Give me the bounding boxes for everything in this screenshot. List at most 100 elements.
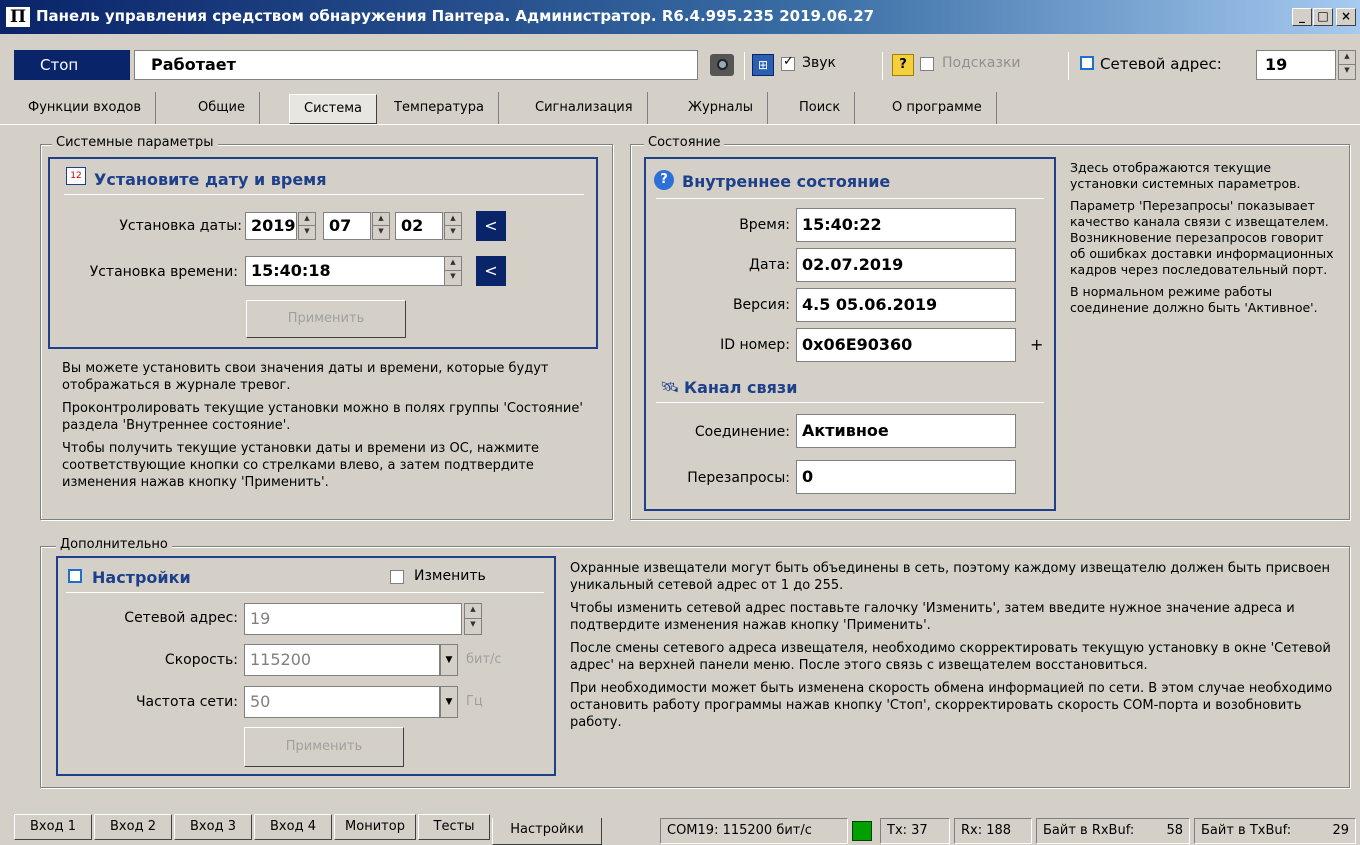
state-date-label: Дата: — [749, 257, 790, 273]
system-params-help: Вы можете установить свои значения даты … — [62, 360, 602, 497]
freq-dropdown-icon[interactable]: ▼ — [440, 686, 458, 718]
net-address-label: Сетевой адрес: — [1100, 55, 1222, 73]
spin-down-icon[interactable]: ▼ — [445, 271, 461, 285]
id-expand-button[interactable]: + — [1030, 335, 1043, 354]
close-icon[interactable]: × — [1336, 8, 1356, 26]
maximize-icon[interactable]: □ — [1313, 8, 1333, 26]
settings-title: Настройки — [92, 568, 191, 587]
camera-icon[interactable] — [710, 54, 734, 76]
sound-check[interactable] — [781, 54, 795, 71]
help-text: При необходимости может быть изменена ск… — [570, 681, 1333, 730]
calendar-icon: 12 — [66, 167, 86, 185]
help-text: Охранные извещатели могут быть объединен… — [570, 561, 1331, 593]
divider — [656, 402, 1044, 403]
tab-strip-line — [0, 124, 1360, 125]
get-date-from-os-button[interactable]: < — [476, 211, 506, 241]
stop-button[interactable]: Стоп — [14, 50, 130, 80]
tab-monitor[interactable]: Монитор — [334, 814, 416, 840]
minimize-icon[interactable]: _ — [1292, 8, 1312, 26]
help-text: Здесь отображаются текущие установки сис… — [1070, 160, 1301, 191]
spin-down-icon[interactable]: ▼ — [373, 226, 389, 239]
spin-down-icon[interactable]: ▼ — [1339, 65, 1355, 79]
app-icon: П — [6, 7, 30, 27]
state-time-label: Время: — [739, 217, 790, 233]
spin-up-icon[interactable]: ▲ — [1339, 51, 1355, 65]
spin-up-icon[interactable]: ▲ — [445, 213, 461, 226]
date-month-input[interactable]: 07 — [323, 212, 371, 240]
connection-label: Соединение: — [694, 424, 790, 440]
time-input[interactable]: 15:40:18 — [245, 256, 445, 286]
hints-check[interactable] — [920, 56, 934, 71]
change-checkbox[interactable] — [390, 569, 404, 584]
date-day-input[interactable]: 02 — [395, 212, 443, 240]
tab-tests[interactable]: Тесты — [418, 814, 490, 840]
sound-checkbox[interactable] — [781, 54, 795, 71]
toolbar-separator — [1068, 52, 1069, 80]
txbuf-value: 29 — [1332, 823, 1349, 838]
state-version-label: Версия: — [732, 297, 790, 313]
toolbar-separator — [744, 52, 745, 80]
tab-about[interactable]: О программе — [878, 92, 997, 124]
spin-down-icon[interactable]: ▼ — [299, 226, 315, 239]
spin-down-icon[interactable]: ▼ — [465, 619, 481, 634]
channel-title: Канал связи — [684, 378, 798, 397]
tab-input-1[interactable]: Вход 1 — [14, 814, 92, 840]
connection-indicator-icon — [852, 821, 872, 841]
status-rx: Rx: 188 — [954, 818, 1032, 844]
freq-select[interactable]: 50 — [244, 686, 440, 718]
tab-general[interactable]: Общие — [184, 92, 260, 124]
window-title: Панель управления средством обнаружения … — [36, 7, 875, 25]
speed-select[interactable]: 115200 — [244, 644, 440, 676]
spin-down-icon[interactable]: ▼ — [445, 226, 461, 239]
tab-temperature[interactable]: Температура — [380, 92, 499, 124]
speed-dropdown-icon[interactable]: ▼ — [440, 644, 458, 676]
spin-up-icon[interactable]: ▲ — [373, 213, 389, 226]
sound-label: Звук — [802, 55, 836, 71]
status-tx: Tx: 37 — [880, 818, 950, 844]
tab-input-2[interactable]: Вход 2 — [94, 814, 172, 840]
get-time-from-os-button[interactable]: < — [476, 256, 506, 286]
change-label: Изменить — [414, 568, 486, 584]
state-group-title: Состояние — [644, 135, 725, 150]
settings-net-addr-spinner[interactable]: ▲ ▼ — [464, 603, 482, 635]
retries-label: Перезапросы: — [687, 470, 790, 486]
datetime-apply-button[interactable]: Применить — [246, 300, 406, 338]
net-address-input[interactable]: 19 — [1256, 50, 1336, 80]
help-text: Чтобы изменить сетевой адрес поставьте г… — [570, 601, 1295, 633]
tab-system[interactable]: Система — [289, 94, 378, 124]
help-icon[interactable]: ? — [892, 54, 914, 76]
change-check[interactable] — [390, 569, 404, 584]
date-month-spinner[interactable]: ▲ ▼ — [372, 212, 390, 240]
title-bar[interactable]: П Панель управления средством обнаружени… — [0, 0, 1360, 34]
net-address-spinner[interactable]: ▲ ▼ — [1338, 50, 1356, 80]
settings-net-addr-input[interactable]: 19 — [244, 603, 462, 635]
date-year-input[interactable]: 2019 — [245, 212, 297, 240]
tab-alarm[interactable]: Сигнализация — [521, 92, 648, 124]
spin-up-icon[interactable]: ▲ — [299, 213, 315, 226]
time-spinner[interactable]: ▲ ▼ — [444, 256, 462, 286]
tab-search[interactable]: Поиск — [785, 92, 856, 124]
system-params-title: Системные параметры — [52, 135, 218, 150]
state-id-value: 0x06E90360 — [796, 328, 1016, 362]
tab-logs[interactable]: Журналы — [674, 92, 768, 124]
settings-apply-button[interactable]: Применить — [244, 727, 404, 767]
help-text: Вы можете установить свои значения даты … — [62, 361, 549, 393]
tab-input-functions[interactable]: Функции входов — [14, 92, 157, 124]
help-text: Чтобы получить текущие установки даты и … — [62, 441, 540, 490]
date-day-spinner[interactable]: ▲ ▼ — [444, 212, 462, 240]
help-text: Параметр 'Перезапросы' показывает качест… — [1070, 198, 1334, 277]
state-date-value: 02.07.2019 — [796, 248, 1016, 282]
network-icon[interactable]: ⊞ — [752, 54, 774, 76]
date-year-spinner[interactable]: ▲ ▼ — [298, 212, 316, 240]
status-txbuf: Байт в TxBuf: 29 — [1194, 818, 1356, 844]
spin-up-icon[interactable]: ▲ — [465, 604, 481, 619]
tab-settings[interactable]: Настройки — [492, 818, 602, 845]
tab-input-3[interactable]: Вход 3 — [174, 814, 252, 840]
help-text: В нормальном режиме работы соединение до… — [1070, 284, 1318, 315]
internal-state-title: Внутреннее состояние — [682, 172, 891, 191]
retries-value: 0 — [796, 460, 1016, 494]
spin-up-icon[interactable]: ▲ — [445, 257, 461, 271]
tab-input-4[interactable]: Вход 4 — [254, 814, 332, 840]
settings-net-addr-label: Сетевой адрес: — [124, 610, 238, 626]
hints-checkbox[interactable] — [920, 56, 934, 71]
